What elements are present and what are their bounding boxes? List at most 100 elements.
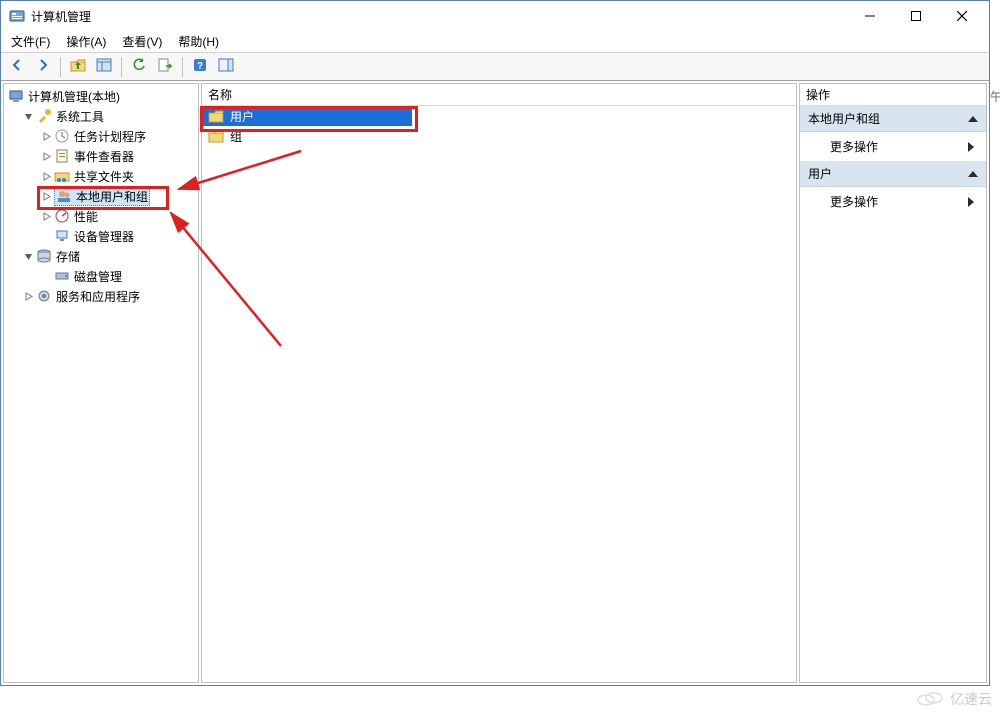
- help-icon: ?: [192, 57, 208, 76]
- storage-icon: [36, 248, 52, 264]
- column-name[interactable]: 名称: [202, 86, 796, 103]
- window-title: 计算机管理: [31, 8, 91, 25]
- disk-icon: [54, 268, 70, 284]
- app-icon: [9, 8, 25, 24]
- menu-file[interactable]: 文件(F): [5, 31, 56, 52]
- tree-services-apps[interactable]: 服务和应用程序: [4, 286, 198, 306]
- tree-event-viewer[interactable]: 事件查看器: [4, 146, 198, 166]
- performance-icon: [54, 208, 70, 224]
- list-item-groups[interactable]: 组: [202, 126, 796, 146]
- tree-local-users-groups[interactable]: 本地用户和组: [4, 186, 198, 206]
- tree-services-apps-label: 服务和应用程序: [56, 288, 140, 305]
- toolbar: ?: [1, 53, 989, 81]
- services-icon: [36, 288, 52, 304]
- pane-toggle-icon: [218, 57, 234, 76]
- tree-disk-management[interactable]: 磁盘管理: [4, 266, 198, 286]
- tree-device-manager[interactable]: 设备管理器: [4, 226, 198, 246]
- device-icon: [54, 228, 70, 244]
- tree-pane: 计算机管理(本地) 系统工具 任务计划程序 事件查看器: [3, 83, 199, 683]
- chevron-down-icon[interactable]: [22, 250, 34, 262]
- back-icon: [9, 57, 25, 76]
- up-button[interactable]: [66, 55, 90, 79]
- folder-up-icon: [70, 57, 86, 76]
- chevron-right-icon[interactable]: [40, 150, 52, 162]
- actions-more-2-label: 更多操作: [830, 193, 878, 210]
- tree-performance[interactable]: 性能: [4, 206, 198, 226]
- tree-disk-management-label: 磁盘管理: [74, 268, 122, 285]
- close-button[interactable]: [939, 1, 985, 31]
- list-header[interactable]: 名称: [202, 84, 796, 106]
- help-button[interactable]: ?: [188, 55, 212, 79]
- menu-view[interactable]: 查看(V): [116, 31, 168, 52]
- chevron-down-icon[interactable]: [22, 110, 34, 122]
- refresh-button[interactable]: [127, 55, 151, 79]
- tree-shared-folders-label: 共享文件夹: [74, 168, 134, 185]
- chevron-right-icon: [968, 142, 974, 152]
- chevron-right-icon[interactable]: [40, 190, 52, 202]
- list-body: 用户 组: [202, 106, 796, 146]
- collapse-up-icon[interactable]: [968, 116, 978, 122]
- actions-section-local-users-groups[interactable]: 本地用户和组: [800, 106, 986, 132]
- actions-section-users-label: 用户: [808, 165, 832, 182]
- chevron-right-icon[interactable]: [40, 170, 52, 182]
- chevron-right-icon: [968, 197, 974, 207]
- tree-system-tools-label: 系统工具: [56, 108, 104, 125]
- collapse-up-icon[interactable]: [968, 171, 978, 177]
- watermark: 亿速云: [916, 689, 992, 709]
- folder-icon: [208, 108, 224, 124]
- panes-icon: [96, 57, 112, 76]
- tree-event-viewer-label: 事件查看器: [74, 148, 134, 165]
- export-icon: [157, 57, 173, 76]
- tree-root-label: 计算机管理(本地): [28, 88, 120, 105]
- actions-header: 操作: [800, 84, 986, 106]
- actions-more-1[interactable]: 更多操作: [800, 132, 986, 161]
- tree-storage-label: 存储: [56, 248, 80, 265]
- tools-icon: [36, 108, 52, 124]
- chevron-right-icon[interactable]: [40, 130, 52, 142]
- center-wrap: 名称 用户 组: [201, 83, 797, 683]
- show-action-pane-button[interactable]: [214, 55, 238, 79]
- minimize-button[interactable]: [847, 1, 893, 31]
- chevron-right-icon[interactable]: [40, 210, 52, 222]
- titlebar: 计算机管理: [1, 1, 989, 31]
- forward-icon: [35, 57, 51, 76]
- tree[interactable]: 计算机管理(本地) 系统工具 任务计划程序 事件查看器: [4, 84, 198, 308]
- tree-device-manager-label: 设备管理器: [74, 228, 134, 245]
- menu-action[interactable]: 操作(A): [60, 31, 112, 52]
- shared-folder-icon: [54, 168, 70, 184]
- tree-task-scheduler-label: 任务计划程序: [74, 128, 146, 145]
- list-item-groups-label: 组: [230, 128, 242, 145]
- list-item-users-label: 用户: [230, 108, 254, 125]
- actions-more-2[interactable]: 更多操作: [800, 187, 986, 216]
- actions-section-users[interactable]: 用户: [800, 161, 986, 187]
- tree-performance-label: 性能: [74, 208, 98, 225]
- chevron-right-icon[interactable]: [22, 290, 34, 302]
- center-pane: 名称 用户 组: [201, 83, 797, 683]
- actions-section-label: 本地用户和组: [808, 110, 880, 127]
- tree-system-tools[interactable]: 系统工具: [4, 106, 198, 126]
- tree-task-scheduler[interactable]: 任务计划程序: [4, 126, 198, 146]
- clock-icon: [54, 128, 70, 144]
- tree-root[interactable]: 计算机管理(本地): [4, 86, 198, 106]
- tree-local-users-groups-label: 本地用户和组: [76, 188, 148, 205]
- forward-button[interactable]: [31, 55, 55, 79]
- back-button[interactable]: [5, 55, 29, 79]
- properties-button[interactable]: [92, 55, 116, 79]
- menu-help[interactable]: 帮助(H): [172, 31, 225, 52]
- maximize-button[interactable]: [893, 1, 939, 31]
- list-item-users[interactable]: 用户: [202, 106, 412, 126]
- tree-storage[interactable]: 存储: [4, 246, 198, 266]
- watermark-text: 亿速云: [950, 689, 992, 709]
- export-button[interactable]: [153, 55, 177, 79]
- folder-icon: [208, 128, 224, 144]
- event-icon: [54, 148, 70, 164]
- actions-pane: 操作 本地用户和组 更多操作 用户 更多操作: [799, 83, 987, 683]
- tree-shared-folders[interactable]: 共享文件夹: [4, 166, 198, 186]
- svg-text:?: ?: [197, 61, 203, 72]
- background-peek: 午: [990, 88, 1000, 408]
- actions-more-1-label: 更多操作: [830, 138, 878, 155]
- refresh-icon: [131, 57, 147, 76]
- body: 计算机管理(本地) 系统工具 任务计划程序 事件查看器: [1, 81, 989, 685]
- menubar: 文件(F) 操作(A) 查看(V) 帮助(H): [1, 31, 989, 53]
- computer-icon: [8, 88, 24, 104]
